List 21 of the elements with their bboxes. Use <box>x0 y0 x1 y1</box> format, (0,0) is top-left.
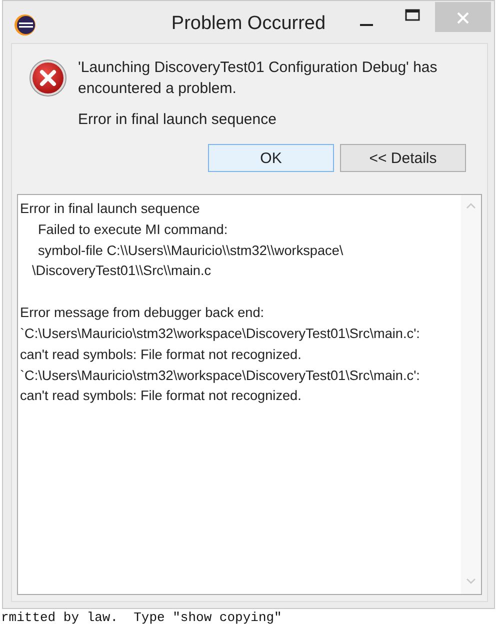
console-text: rmitted by law. Type "show copying" <box>0 610 282 625</box>
scroll-down-icon[interactable] <box>466 578 476 584</box>
scroll-up-icon[interactable] <box>466 203 476 209</box>
details-button[interactable]: << Details <box>340 144 466 172</box>
details-line: Error message from debugger back end: <box>20 304 266 322</box>
details-line: symbol-file C:\\Users\\Mauricio\\stm32\\workspace\ <box>37 242 344 260</box>
details-line: can't read symbols: File format not recognized. <box>20 387 302 406</box>
app-icon <box>14 14 36 36</box>
details-line: `C:\Users\Mauricio\stm32\workspace\DiscoveryTest01\Src\main.c': <box>20 324 421 343</box>
details-line: Failed to execute MI command: <box>37 220 229 239</box>
window-title: Problem Occurred <box>171 13 326 35</box>
ok-button[interactable]: OK <box>208 144 334 172</box>
details-text-area[interactable] <box>17 194 482 595</box>
details-line: `C:\Users\Mauricio\stm32\workspace\DiscoveryTest01\Src\main.c': <box>20 366 421 385</box>
details-line: \DiscoveryTest01\\Src\\main.c <box>31 262 212 280</box>
scrollbar[interactable] <box>461 195 481 594</box>
message-text: Error in final launch sequence <box>78 110 278 130</box>
error-icon <box>29 59 67 97</box>
message-text: 'Launching DiscoveryTest01 Configuration Debug' has encountered a problem. <box>78 58 438 99</box>
details-line: can't read symbols: File format not recognized. <box>20 346 302 364</box>
details-line: Error in final launch sequence <box>20 200 201 218</box>
